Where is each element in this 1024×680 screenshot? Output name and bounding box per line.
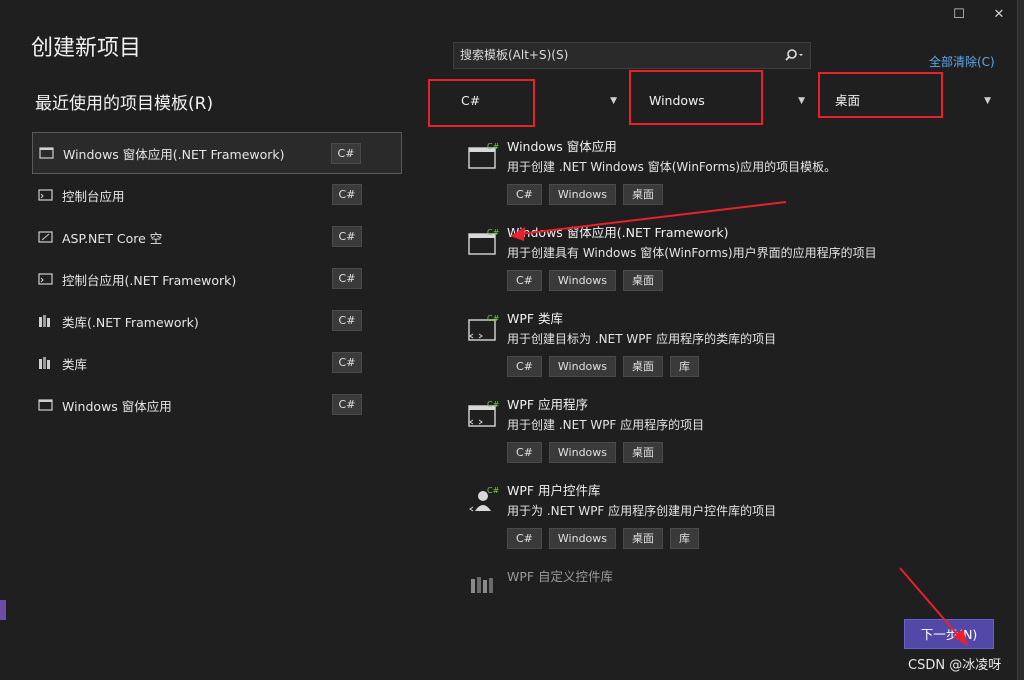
annotation-box-platform [629, 70, 763, 125]
search-input[interactable]: 搜索模板(Alt+S)(S) [453, 42, 811, 69]
template-item-wpf-custom-control-library[interactable]: WPF 自定义控件库 [467, 566, 1007, 596]
template-item-winforms-framework[interactable]: C# Windows 窗体应用(.NET Framework) 用于创建具有 W… [467, 222, 1007, 302]
tag-type: 桌面 [623, 356, 664, 377]
chevron-down-icon: ▼ [798, 96, 805, 106]
template-name: WPF 自定义控件库 [507, 569, 614, 584]
tag-language: C# [507, 184, 542, 205]
template-name: WPF 类库 [507, 311, 564, 326]
tag-language: C# [507, 356, 542, 377]
svg-text:C#: C# [487, 486, 499, 495]
language-tag: C# [332, 310, 362, 331]
background-window-edge [1018, 0, 1024, 680]
svg-text:C#: C# [487, 314, 499, 323]
svg-text:C#: C# [487, 142, 499, 151]
template-item-wpf-application[interactable]: C# WPF 应用程序 用于创建 .NET WPF 应用程序的项目 C# Win… [467, 394, 1007, 474]
tag-library: 库 [670, 356, 700, 377]
wpf-app-icon: C# [467, 399, 500, 431]
svg-text:C#: C# [487, 400, 499, 409]
tag-platform: Windows [548, 442, 617, 463]
tag-library: 库 [670, 528, 700, 549]
template-name: Windows 窗体应用(.NET Framework) [507, 225, 729, 240]
watermark: CSDN @冰凌呀 [908, 658, 1002, 673]
tag-platform: Windows [548, 528, 617, 549]
recent-item-console[interactable]: 控制台应用 C# [32, 174, 402, 216]
recent-item-library[interactable]: 类库 C# [32, 342, 402, 384]
left-scroll-indicator [0, 600, 6, 620]
recent-item-winforms[interactable]: Windows 窗体应用 C# [32, 384, 402, 426]
winforms-template-icon: C# [467, 141, 500, 173]
next-button[interactable]: 下一步(N) [904, 619, 994, 649]
tag-type: 桌面 [623, 528, 664, 549]
annotation-box-language [428, 79, 535, 127]
recent-item-winforms-framework[interactable]: Windows 窗体应用(.NET Framework) C# [32, 132, 402, 174]
template-tags: C# Windows 桌面 [507, 270, 664, 291]
winforms-template-icon: C# [467, 227, 500, 259]
winforms-icon [38, 398, 54, 412]
template-description: 用于创建 .NET Windows 窗体(WinForms)应用的项目模板。 [507, 160, 837, 174]
tag-platform: Windows [548, 184, 617, 205]
tag-language: C# [507, 442, 542, 463]
recent-item-aspnet-core-empty[interactable]: ASP.NET Core 空 C# [32, 216, 402, 258]
language-tag: C# [331, 143, 361, 164]
language-tag: C# [332, 226, 362, 247]
chevron-down-icon: ▼ [610, 96, 617, 106]
create-project-dialog: ☐ ✕ 创建新项目 最近使用的项目模板(R) Windows 窗体应用(.NET… [0, 0, 1018, 680]
recent-item-library-framework[interactable]: 类库(.NET Framework) C# [32, 300, 402, 342]
wpf-user-control-icon: C# [467, 485, 500, 517]
tag-type: 桌面 [623, 270, 664, 291]
tag-platform: Windows [548, 356, 617, 377]
console-icon [38, 272, 54, 286]
maximize-button[interactable]: ☐ [947, 4, 971, 26]
language-tag: C# [332, 184, 362, 205]
template-tags: C# Windows 桌面 库 [507, 356, 700, 377]
template-description: 用于创建具有 Windows 窗体(WinForms)用户界面的应用程序的项目 [507, 246, 877, 260]
template-description: 用于为 .NET WPF 应用程序创建用户控件库的项目 [507, 504, 777, 518]
winforms-icon [39, 146, 55, 160]
template-description: 用于创建目标为 .NET WPF 应用程序的类库的项目 [507, 332, 777, 346]
tag-type: 桌面 [623, 442, 664, 463]
template-name: Windows 窗体应用 [507, 139, 617, 154]
template-description: 用于创建 .NET WPF 应用程序的项目 [507, 418, 705, 432]
template-tags: C# Windows 桌面 [507, 184, 664, 205]
console-icon [38, 188, 54, 202]
recent-templates-heading: 最近使用的项目模板(R) [35, 94, 214, 114]
recent-item-console-framework[interactable]: 控制台应用(.NET Framework) C# [32, 258, 402, 300]
chevron-down-icon: ▼ [984, 96, 991, 106]
tag-type: 桌面 [623, 184, 664, 205]
tag-language: C# [507, 528, 542, 549]
template-item-wpf-user-control-library[interactable]: C# WPF 用户控件库 用于为 .NET WPF 应用程序创建用户控件库的项目… [467, 480, 1007, 560]
search-icon[interactable] [780, 43, 806, 68]
template-tags: C# Windows 桌面 库 [507, 528, 700, 549]
tag-platform: Windows [548, 270, 617, 291]
annotation-box-project-type [818, 72, 943, 118]
template-item-wpf-class-library[interactable]: C# WPF 类库 用于创建目标为 .NET WPF 应用程序的类库的项目 C#… [467, 308, 1007, 388]
search-placeholder: 搜索模板(Alt+S)(S) [460, 48, 569, 62]
language-tag: C# [332, 394, 362, 415]
language-tag: C# [332, 352, 362, 373]
template-name: WPF 用户控件库 [507, 483, 601, 498]
library-icon [38, 356, 54, 370]
dialog-title: 创建新项目 [31, 36, 142, 61]
library-icon [38, 314, 54, 328]
template-name: WPF 应用程序 [507, 397, 589, 412]
svg-text:C#: C# [487, 228, 499, 237]
template-item-winforms[interactable]: C# Windows 窗体应用 用于创建 .NET Windows 窗体(Win… [467, 136, 1007, 216]
tag-language: C# [507, 270, 542, 291]
web-icon [38, 230, 54, 244]
clear-all-link[interactable]: 全部清除(C) [929, 53, 995, 70]
close-button[interactable]: ✕ [987, 4, 1011, 26]
wpf-custom-control-icon [467, 571, 499, 603]
recent-templates-list: Windows 窗体应用(.NET Framework) C# 控制台应用 C#… [32, 132, 402, 426]
language-tag: C# [332, 268, 362, 289]
wpf-library-icon: C# [467, 313, 500, 345]
template-tags: C# Windows 桌面 [507, 442, 664, 463]
